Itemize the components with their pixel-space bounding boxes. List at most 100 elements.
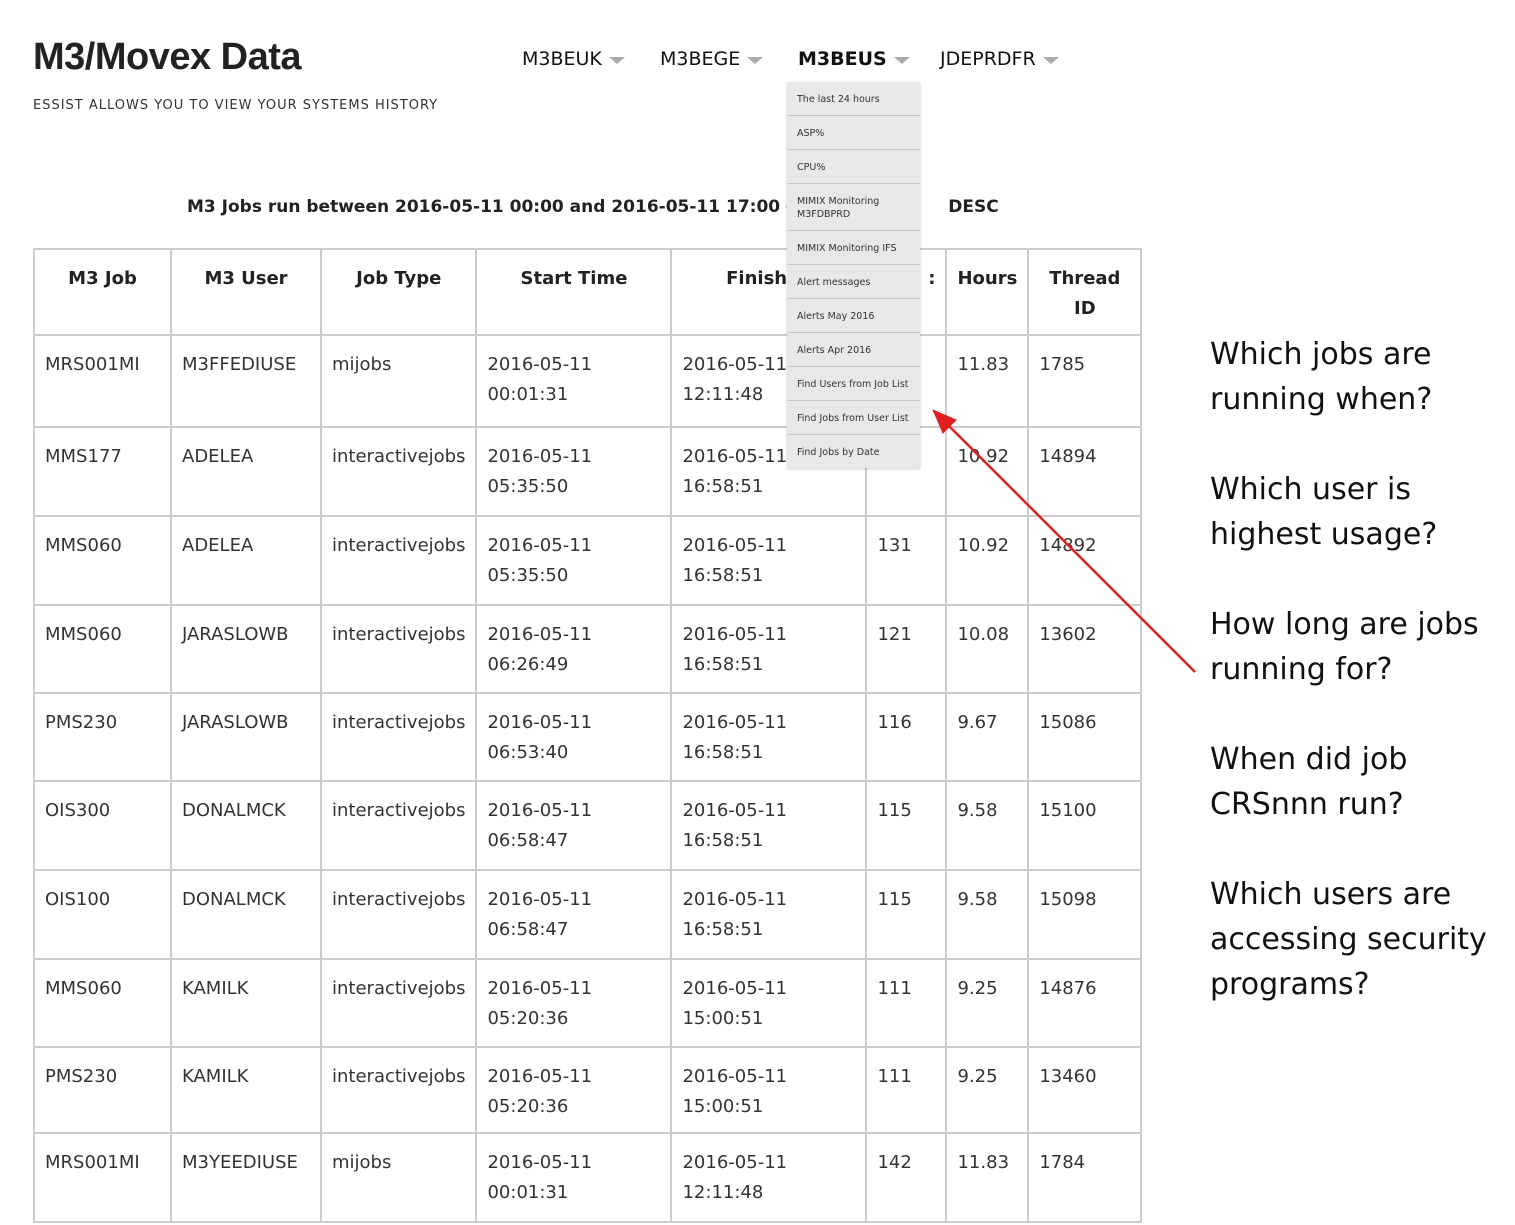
cell-m3-user: ADELEA [170,515,322,606]
nav-item-m3beuk[interactable]: M3BEUK [522,48,625,70]
table-row: MMS060 ADELEA interactivejobs 2016-05-11 05… [33,515,1143,606]
cell-m3-job: MRS001MI [33,1132,172,1223]
cell-job-type: interactivejobs [319,692,478,782]
menu-item-alerts-apr-2016[interactable]: Alerts Apr 2016 [787,333,920,367]
cell-minutes: 111 [865,1046,948,1134]
table-row: OIS300 DONALMCK interactivejobs 2016-05-11 … [33,780,1143,871]
cell-start-time: 2016-05-11 06:58:47 [475,869,673,960]
cell-start-time: 2016-05-11 06:58:47 [475,780,673,871]
cell-m3-user: ADELEA [170,426,322,517]
cell-finish-time: 2016-05-11 16:58:51 [670,604,868,694]
cell-minutes: 131 [865,515,948,606]
column-header-start-time[interactable]: Start Time [475,248,673,336]
column-header-thread-id[interactable]: Thread ID [1027,248,1143,336]
cell-minutes: 115 [865,780,948,871]
cell-hours: 11.83 [945,1132,1030,1223]
cell-job-type: mijobs [319,334,478,428]
cell-hours: 9.25 [945,958,1030,1048]
nav-item-label: M3BEUK [522,48,602,70]
cell-minutes: 116 [865,692,948,782]
table-row: OIS100 DONALMCK interactivejobs 2016-05-11 … [33,869,1143,960]
cell-job-type: interactivejobs [319,958,478,1048]
cell-start-time: 2016-05-11 06:53:40 [475,692,673,782]
menu-item-last-24-hours[interactable]: The last 24 hours [787,82,920,116]
cell-minutes: 121 [865,604,948,694]
table-row: MMS060 JARASLOWB interactivejobs 2016-05-11… [33,604,1143,694]
table-row: MRS001MI M3FFEDIUSE mijobs 2016-05-11 00:01… [33,334,1143,428]
column-header-m3-user[interactable]: M3 User [170,248,322,336]
cell-job-type: interactivejobs [319,604,478,694]
cell-thread-id: 14894 [1027,426,1143,517]
menu-item-mimix-m3fdbprd[interactable]: MIMIX Monitoring M3FDBPRD [787,184,920,231]
cell-hours: 9.67 [945,692,1030,782]
cell-thread-id: 14892 [1027,515,1143,606]
cell-hours: 10.08 [945,604,1030,694]
cell-hours: 9.25 [945,1046,1030,1134]
column-header-m3-job[interactable]: M3 Job [33,248,172,336]
cell-m3-job: MMS060 [33,515,172,606]
nav-item-jdeprdfr[interactable]: JDEPRDFR [940,48,1059,70]
nav-item-label: M3BEUS [798,48,887,70]
cell-thread-id: 15086 [1027,692,1143,782]
column-header-hours[interactable]: Hours [945,248,1030,336]
cell-job-type: mijobs [319,1132,478,1223]
column-header-job-type[interactable]: Job Type [319,248,478,336]
cell-start-time: 2016-05-11 00:01:31 [475,1132,673,1223]
question-text: Which jobs are running when? [1210,337,1433,417]
cell-start-time: 2016-05-11 05:20:36 [475,1046,673,1134]
caret-down-icon [893,57,910,64]
cell-start-time: 2016-05-11 05:35:50 [475,515,673,606]
cell-finish-time: 2016-05-11 16:58:51 [670,780,868,871]
cell-m3-job: MMS060 [33,604,172,694]
table-row: MMS060 KAMILK interactivejobs 2016-05-11 05… [33,958,1143,1048]
cell-thread-id: 13602 [1027,604,1143,694]
cell-hours: 10.92 [945,515,1030,606]
cell-m3-user: DONALMCK [170,869,322,960]
cell-m3-user: DONALMCK [170,780,322,871]
menu-item-find-jobs-from-user-list[interactable]: Find Jobs from User List [787,401,920,435]
cell-m3-user: M3YEEDIUSE [170,1132,322,1223]
cell-start-time: 2016-05-11 05:35:50 [475,426,673,517]
menu-item-find-users-from-job-list[interactable]: Find Users from Job List [787,367,920,401]
menu-item-alerts-may-2016[interactable]: Alerts May 2016 [787,299,920,333]
cell-m3-job: MMS060 [33,958,172,1048]
site-title[interactable]: M3/Movex Data [33,36,302,79]
cell-hours: 11.83 [945,334,1030,428]
report-heading-left: M3 Jobs run between 2016-05-11 00:00 and… [187,197,819,217]
caret-down-icon [747,57,764,64]
cell-minutes: 115 [865,869,948,960]
table-row: PMS230 KAMILK interactivejobs 2016-05-11 05… [33,1046,1143,1134]
cell-finish-time: 2016-05-11 16:58:51 [670,692,868,782]
cell-thread-id: 14876 [1027,958,1143,1048]
cell-job-type: interactivejobs [319,1046,478,1134]
question-text: Which user is highest usage? [1210,472,1438,552]
menu-item-cpu[interactable]: CPU% [787,150,920,184]
caret-down-icon [1042,57,1059,64]
cell-start-time: 2016-05-11 05:20:36 [475,958,673,1048]
jobs-table-body: MRS001MI M3FFEDIUSE mijobs 2016-05-11 00:01… [33,334,1143,1223]
cell-job-type: interactivejobs [319,515,478,606]
cell-thread-id: 1785 [1027,334,1143,428]
nav-item-m3beus[interactable]: M3BEUS [798,48,910,70]
cell-m3-user: JARASLOWB [170,604,322,694]
cell-m3-user: KAMILK [170,1046,322,1134]
site-tagline: ESSIST ALLOWS YOU TO VIEW YOUR SYSTEMS H… [33,98,439,113]
cell-hours: 9.58 [945,869,1030,960]
nav-item-label: M3BEGE [660,48,741,70]
cell-finish-time: 2016-05-11 16:58:51 [670,515,868,606]
nav-item-m3bege[interactable]: M3BEGE [660,48,764,70]
cell-hours: 10.92 [945,426,1030,517]
question-text: How long are jobs running for? [1210,607,1479,687]
cell-m3-job: PMS230 [33,1046,172,1134]
menu-item-mimix-ifs[interactable]: MIMIX Monitoring IFS [787,231,920,265]
cell-finish-time: 2016-05-11 15:00:51 [670,1046,868,1134]
questions-panel: Which jobs are running when? Which user … [1210,332,1510,1052]
cell-job-type: interactivejobs [319,426,478,517]
menu-item-asp[interactable]: ASP% [787,116,920,150]
cell-finish-time: 2016-05-11 15:00:51 [670,958,868,1048]
report-heading-right: DESC [948,197,999,217]
menu-item-find-jobs-by-date[interactable]: Find Jobs by Date [787,435,920,468]
menu-item-alert-messages[interactable]: Alert messages [787,265,920,299]
cell-job-type: interactivejobs [319,780,478,871]
cell-minutes: 111 [865,958,948,1048]
